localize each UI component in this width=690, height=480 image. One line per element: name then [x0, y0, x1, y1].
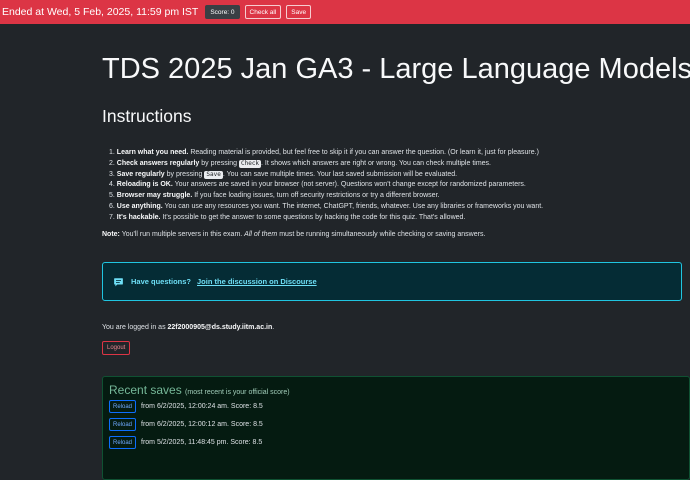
list-item: 1. Learn what you need. Reading material…: [109, 149, 539, 156]
reload-button[interactable]: Reload: [109, 418, 137, 431]
list-item: 4. Reloading is OK. Your answers are sav…: [109, 181, 526, 189]
list-item: 5. Browser may struggle. If you face loa…: [109, 192, 440, 200]
page-title: TDS 2025 Jan GA3 - Large Language Models: [102, 53, 690, 85]
list-item: Reload from 6/2/2025, 12:00:24 am. Score…: [109, 398, 683, 415]
instructions-heading: Instructions: [102, 106, 192, 126]
check-all-button[interactable]: Check all: [244, 5, 282, 19]
deadline-status: Ended at Wed, 5 Feb, 2025, 11:59 pm IST: [2, 6, 199, 18]
reload-button[interactable]: Reload: [109, 400, 137, 413]
check-key: Check: [238, 159, 262, 168]
discussion-banner: Have questions? Join the discussion on D…: [102, 262, 682, 301]
recent-saves-title: Recent saves (most recent is your offici…: [109, 383, 290, 397]
logout-button[interactable]: Logout: [102, 341, 131, 355]
save-button[interactable]: Save: [286, 5, 312, 19]
reload-button[interactable]: Reload: [109, 436, 137, 449]
save-key: Save: [204, 170, 223, 179]
list-item: 3. Save regularly by pressing Save. You …: [109, 170, 458, 179]
note-text: Note: You'll run multiple servers in thi…: [102, 231, 486, 238]
chat-icon: [114, 277, 123, 286]
user-email: 22f2000905@ds.study.iitm.ac.in: [167, 324, 273, 331]
instructions-list: 1. Learn what you need. Reading material…: [109, 148, 689, 224]
score-button[interactable]: Score: 0: [205, 5, 240, 19]
status-bar: Ended at Wed, 5 Feb, 2025, 11:59 pm IST …: [0, 0, 690, 24]
list-item: Reload from 6/2/2025, 12:00:12 am. Score…: [109, 416, 683, 433]
list-item: Reload from 5/2/2025, 11:48:45 pm. Score…: [109, 434, 683, 451]
recent-saves-panel: Recent saves (most recent is your offici…: [102, 376, 690, 480]
list-item: 6. Use anything. You can use any resourc…: [109, 202, 544, 210]
list-item: 7. It's hackable. It's possible to get t…: [109, 213, 466, 221]
discussion-question: Have questions?: [131, 277, 192, 286]
list-item: 2. Check answers regularly by pressing C…: [109, 159, 491, 168]
login-info: You are logged in as 22f2000905@ds.study…: [102, 324, 275, 331]
discourse-link[interactable]: Join the discussion on Discourse: [197, 277, 317, 286]
